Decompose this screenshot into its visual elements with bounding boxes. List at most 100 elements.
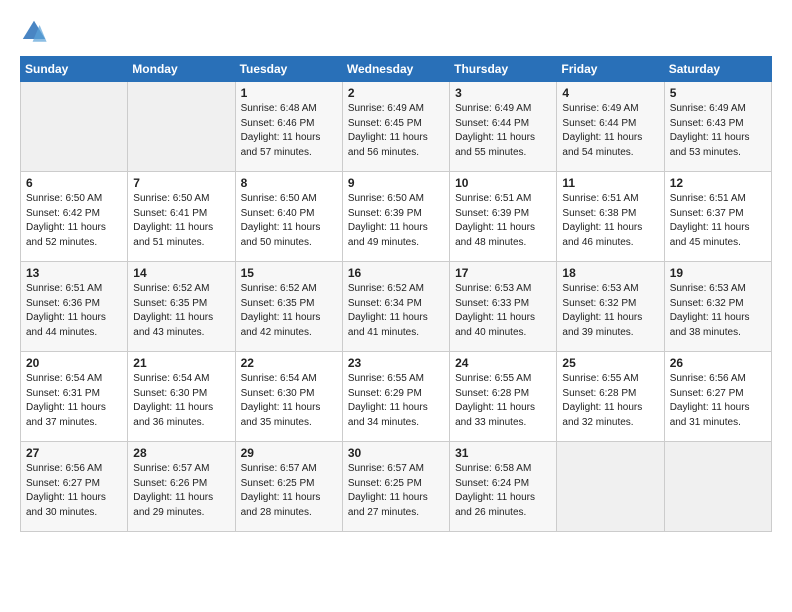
calendar-week-row: 20 Sunrise: 6:54 AMSunset: 6:31 PMDayligh… bbox=[21, 352, 772, 442]
day-info: Sunrise: 6:50 AMSunset: 6:41 PMDaylight:… bbox=[133, 192, 229, 250]
day-number: 10 bbox=[455, 176, 551, 190]
day-number: 31 bbox=[455, 446, 551, 460]
day-number: 15 bbox=[241, 266, 337, 280]
calendar-cell: 6 Sunrise: 6:50 AMSunset: 6:42 PMDaylight… bbox=[21, 172, 128, 262]
day-number: 21 bbox=[133, 356, 229, 370]
day-info: Sunrise: 6:55 AMSunset: 6:28 PMDaylight:… bbox=[562, 372, 658, 430]
day-info: Sunrise: 6:54 AMSunset: 6:31 PMDaylight:… bbox=[26, 372, 122, 430]
day-number: 1 bbox=[241, 86, 337, 100]
calendar-cell: 14 Sunrise: 6:52 AMSunset: 6:35 PMDayligh… bbox=[128, 262, 235, 352]
day-number: 18 bbox=[562, 266, 658, 280]
day-info: Sunrise: 6:57 AMSunset: 6:26 PMDaylight:… bbox=[133, 462, 229, 520]
day-info: Sunrise: 6:49 AMSunset: 6:43 PMDaylight:… bbox=[670, 102, 766, 160]
calendar-week-row: 1 Sunrise: 6:48 AMSunset: 6:46 PMDaylight… bbox=[21, 82, 772, 172]
day-number: 22 bbox=[241, 356, 337, 370]
day-info: Sunrise: 6:49 AMSunset: 6:45 PMDaylight:… bbox=[348, 102, 444, 160]
calendar-cell: 26 Sunrise: 6:56 AMSunset: 6:27 PMDayligh… bbox=[664, 352, 771, 442]
day-info: Sunrise: 6:53 AMSunset: 6:32 PMDaylight:… bbox=[670, 282, 766, 340]
calendar-cell bbox=[664, 442, 771, 532]
day-number: 23 bbox=[348, 356, 444, 370]
weekday-header: Wednesday bbox=[342, 57, 449, 82]
calendar-cell: 19Sunrise: 6:53 AMSunset: 6:32 PMDayligh… bbox=[664, 262, 771, 352]
day-info: Sunrise: 6:51 AMSunset: 6:39 PMDaylight:… bbox=[455, 192, 551, 250]
calendar-cell: 5 Sunrise: 6:49 AMSunset: 6:43 PMDaylight… bbox=[664, 82, 771, 172]
calendar-cell: 16 Sunrise: 6:52 AMSunset: 6:34 PMDayligh… bbox=[342, 262, 449, 352]
day-info: Sunrise: 6:55 AMSunset: 6:29 PMDaylight:… bbox=[348, 372, 444, 430]
calendar-cell: 31 Sunrise: 6:58 AMSunset: 6:24 PMDayligh… bbox=[450, 442, 557, 532]
calendar-cell: 20 Sunrise: 6:54 AMSunset: 6:31 PMDayligh… bbox=[21, 352, 128, 442]
day-info: Sunrise: 6:49 AMSunset: 6:44 PMDaylight:… bbox=[562, 102, 658, 160]
day-number: 5 bbox=[670, 86, 766, 100]
calendar-cell: 24Sunrise: 6:55 AMSunset: 6:28 PMDayligh… bbox=[450, 352, 557, 442]
calendar-cell bbox=[128, 82, 235, 172]
day-number: 16 bbox=[348, 266, 444, 280]
day-number: 20 bbox=[26, 356, 122, 370]
day-info: Sunrise: 6:56 AMSunset: 6:27 PMDaylight:… bbox=[670, 372, 766, 430]
day-info: Sunrise: 6:52 AMSunset: 6:35 PMDaylight:… bbox=[241, 282, 337, 340]
calendar-cell: 17Sunrise: 6:53 AMSunset: 6:33 PMDayligh… bbox=[450, 262, 557, 352]
day-number: 7 bbox=[133, 176, 229, 190]
calendar-cell: 1 Sunrise: 6:48 AMSunset: 6:46 PMDaylight… bbox=[235, 82, 342, 172]
weekday-header: Friday bbox=[557, 57, 664, 82]
calendar-cell: 2Sunrise: 6:49 AMSunset: 6:45 PMDaylight… bbox=[342, 82, 449, 172]
calendar-week-row: 6 Sunrise: 6:50 AMSunset: 6:42 PMDaylight… bbox=[21, 172, 772, 262]
day-number: 14 bbox=[133, 266, 229, 280]
day-number: 26 bbox=[670, 356, 766, 370]
day-info: Sunrise: 6:54 AMSunset: 6:30 PMDaylight:… bbox=[241, 372, 337, 430]
day-number: 25 bbox=[562, 356, 658, 370]
day-info: Sunrise: 6:50 AMSunset: 6:42 PMDaylight:… bbox=[26, 192, 122, 250]
day-number: 13 bbox=[26, 266, 122, 280]
page: SundayMondayTuesdayWednesdayThursdayFrid… bbox=[0, 0, 792, 612]
day-number: 11 bbox=[562, 176, 658, 190]
day-info: Sunrise: 6:49 AMSunset: 6:44 PMDaylight:… bbox=[455, 102, 551, 160]
logo-icon bbox=[20, 18, 48, 46]
calendar-cell bbox=[557, 442, 664, 532]
day-info: Sunrise: 6:48 AMSunset: 6:46 PMDaylight:… bbox=[241, 102, 337, 160]
calendar-cell bbox=[21, 82, 128, 172]
day-info: Sunrise: 6:52 AMSunset: 6:35 PMDaylight:… bbox=[133, 282, 229, 340]
logo bbox=[20, 18, 52, 46]
day-info: Sunrise: 6:50 AMSunset: 6:39 PMDaylight:… bbox=[348, 192, 444, 250]
calendar-cell: 11Sunrise: 6:51 AMSunset: 6:38 PMDayligh… bbox=[557, 172, 664, 262]
calendar-cell: 18 Sunrise: 6:53 AMSunset: 6:32 PMDayligh… bbox=[557, 262, 664, 352]
calendar-week-row: 27Sunrise: 6:56 AMSunset: 6:27 PMDayligh… bbox=[21, 442, 772, 532]
header bbox=[20, 18, 772, 46]
calendar-cell: 15 Sunrise: 6:52 AMSunset: 6:35 PMDayligh… bbox=[235, 262, 342, 352]
calendar-cell: 13Sunrise: 6:51 AMSunset: 6:36 PMDayligh… bbox=[21, 262, 128, 352]
calendar-cell: 30 Sunrise: 6:57 AMSunset: 6:25 PMDayligh… bbox=[342, 442, 449, 532]
day-number: 28 bbox=[133, 446, 229, 460]
day-info: Sunrise: 6:53 AMSunset: 6:33 PMDaylight:… bbox=[455, 282, 551, 340]
day-info: Sunrise: 6:58 AMSunset: 6:24 PMDaylight:… bbox=[455, 462, 551, 520]
day-number: 9 bbox=[348, 176, 444, 190]
day-info: Sunrise: 6:54 AMSunset: 6:30 PMDaylight:… bbox=[133, 372, 229, 430]
weekday-header: Sunday bbox=[21, 57, 128, 82]
day-number: 4 bbox=[562, 86, 658, 100]
weekday-header: Saturday bbox=[664, 57, 771, 82]
calendar-cell: 27Sunrise: 6:56 AMSunset: 6:27 PMDayligh… bbox=[21, 442, 128, 532]
weekday-header: Monday bbox=[128, 57, 235, 82]
weekday-header: Tuesday bbox=[235, 57, 342, 82]
day-info: Sunrise: 6:52 AMSunset: 6:34 PMDaylight:… bbox=[348, 282, 444, 340]
calendar-table: SundayMondayTuesdayWednesdayThursdayFrid… bbox=[20, 56, 772, 532]
calendar-cell: 4 Sunrise: 6:49 AMSunset: 6:44 PMDaylight… bbox=[557, 82, 664, 172]
day-info: Sunrise: 6:55 AMSunset: 6:28 PMDaylight:… bbox=[455, 372, 551, 430]
calendar-cell: 29 Sunrise: 6:57 AMSunset: 6:25 PMDayligh… bbox=[235, 442, 342, 532]
calendar-cell: 12Sunrise: 6:51 AMSunset: 6:37 PMDayligh… bbox=[664, 172, 771, 262]
day-number: 3 bbox=[455, 86, 551, 100]
day-info: Sunrise: 6:50 AMSunset: 6:40 PMDaylight:… bbox=[241, 192, 337, 250]
calendar-cell: 9 Sunrise: 6:50 AMSunset: 6:39 PMDaylight… bbox=[342, 172, 449, 262]
calendar-cell: 10 Sunrise: 6:51 AMSunset: 6:39 PMDayligh… bbox=[450, 172, 557, 262]
calendar-cell: 3 Sunrise: 6:49 AMSunset: 6:44 PMDaylight… bbox=[450, 82, 557, 172]
calendar-cell: 21 Sunrise: 6:54 AMSunset: 6:30 PMDayligh… bbox=[128, 352, 235, 442]
day-info: Sunrise: 6:57 AMSunset: 6:25 PMDaylight:… bbox=[241, 462, 337, 520]
day-number: 6 bbox=[26, 176, 122, 190]
weekday-header-row: SundayMondayTuesdayWednesdayThursdayFrid… bbox=[21, 57, 772, 82]
day-number: 30 bbox=[348, 446, 444, 460]
calendar-cell: 28 Sunrise: 6:57 AMSunset: 6:26 PMDayligh… bbox=[128, 442, 235, 532]
day-number: 29 bbox=[241, 446, 337, 460]
day-info: Sunrise: 6:57 AMSunset: 6:25 PMDaylight:… bbox=[348, 462, 444, 520]
day-info: Sunrise: 6:53 AMSunset: 6:32 PMDaylight:… bbox=[562, 282, 658, 340]
calendar-cell: 7 Sunrise: 6:50 AMSunset: 6:41 PMDaylight… bbox=[128, 172, 235, 262]
day-info: Sunrise: 6:51 AMSunset: 6:37 PMDaylight:… bbox=[670, 192, 766, 250]
calendar-cell: 8Sunrise: 6:50 AMSunset: 6:40 PMDaylight… bbox=[235, 172, 342, 262]
